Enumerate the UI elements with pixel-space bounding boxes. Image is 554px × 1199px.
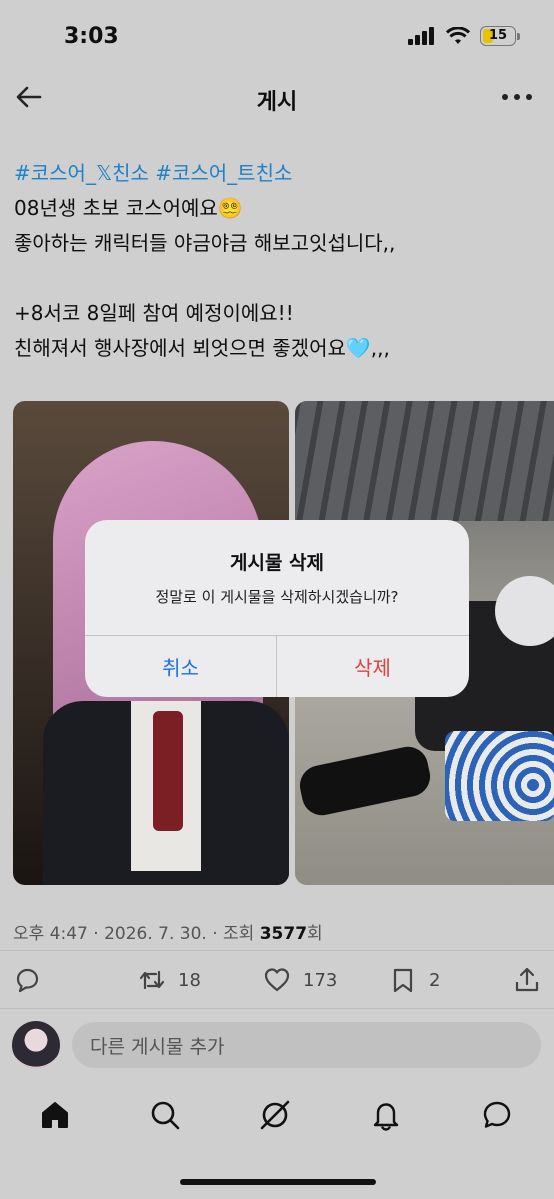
battery-icon: 15	[480, 26, 520, 46]
grok-icon	[260, 1100, 290, 1130]
post-line: 08년생 초보 코스어예요😵‍💫	[14, 196, 243, 220]
bottom-tab-bar	[0, 1086, 554, 1146]
delete-post-dialog: 게시물 삭제 정말로 이 게시물을 삭제하시겠습니까? 취소 삭제	[85, 520, 469, 697]
tab-home[interactable]	[38, 1098, 72, 1132]
bookmark-button[interactable]: 2	[389, 960, 440, 1000]
retweet-icon	[139, 970, 165, 990]
reply-button[interactable]	[13, 960, 41, 1000]
retweet-count: 18	[178, 969, 201, 991]
tab-notifications[interactable]	[369, 1098, 403, 1132]
divider	[0, 950, 554, 951]
home-icon	[42, 1102, 68, 1128]
like-count: 173	[303, 969, 338, 991]
tab-grok[interactable]	[258, 1098, 292, 1132]
post-detail-screen: 3:03 15 게시 #코스어_𝕏친소 #코스어_트친소 08년생 초보 코스어…	[0, 0, 554, 1199]
status-time: 3:03	[64, 24, 119, 49]
heart-icon	[264, 968, 290, 992]
home-indicator	[180, 1179, 376, 1185]
messages-icon	[483, 1101, 511, 1128]
reply-placeholder: 다른 게시물 추가	[90, 1035, 225, 1058]
like-button[interactable]: 173	[263, 960, 337, 1000]
battery-percent: 15	[488, 28, 508, 43]
post-meta: 오후 4:47 · 2026. 7. 30. · 조회 3577회	[13, 919, 323, 944]
bookmark-icon	[393, 968, 413, 993]
share-icon	[515, 967, 539, 992]
bookmark-count: 2	[429, 969, 441, 991]
dialog-message: 정말로 이 게시물을 삭제하시겠습니까?	[155, 588, 399, 606]
post-line: 친해져서 행사장에서 뵈엇으면 좋겠어요🩵,,,	[14, 336, 390, 360]
search-icon	[151, 1101, 180, 1130]
view-count-suffix: 회	[307, 924, 323, 944]
reply-icon	[16, 968, 39, 993]
divider	[0, 1008, 554, 1009]
post-body: #코스어_𝕏친소 #코스어_트친소 08년생 초보 코스어예요😵‍💫 좋아하는 …	[14, 156, 544, 366]
more-horizontal-icon	[502, 94, 508, 100]
post-hashtags[interactable]: #코스어_𝕏친소 #코스어_트친소	[14, 156, 544, 191]
wifi-icon	[446, 27, 470, 44]
post-line: 좋아하는 캐릭터들 야금야금 해보고잇섭니다,,	[14, 231, 396, 255]
tab-search[interactable]	[148, 1098, 182, 1132]
avatar[interactable]	[12, 1021, 60, 1069]
post-line-blank	[14, 261, 544, 296]
reply-input[interactable]: 다른 게시물 추가	[72, 1022, 541, 1068]
dialog-title: 게시물 삭제	[229, 552, 324, 574]
signal-icon	[408, 27, 434, 45]
post-line: +8서코 8일페 참여 예정이에요!!	[14, 301, 294, 325]
view-count: 3577	[259, 924, 308, 944]
notifications-icon	[373, 1103, 399, 1131]
page-title: 게시	[256, 90, 298, 115]
share-button[interactable]	[513, 960, 541, 1000]
tab-messages[interactable]	[480, 1098, 514, 1132]
more-options-button[interactable]	[502, 86, 532, 108]
retweet-button[interactable]: 18	[138, 960, 201, 1000]
cancel-button[interactable]: 취소	[85, 635, 276, 697]
post-actions: 18 173 2	[13, 960, 541, 1000]
post-timestamp: 오후 4:47 · 2026. 7. 30. · 조회	[13, 924, 260, 944]
delete-button[interactable]: 삭제	[277, 635, 468, 697]
status-indicators: 15	[408, 26, 520, 46]
